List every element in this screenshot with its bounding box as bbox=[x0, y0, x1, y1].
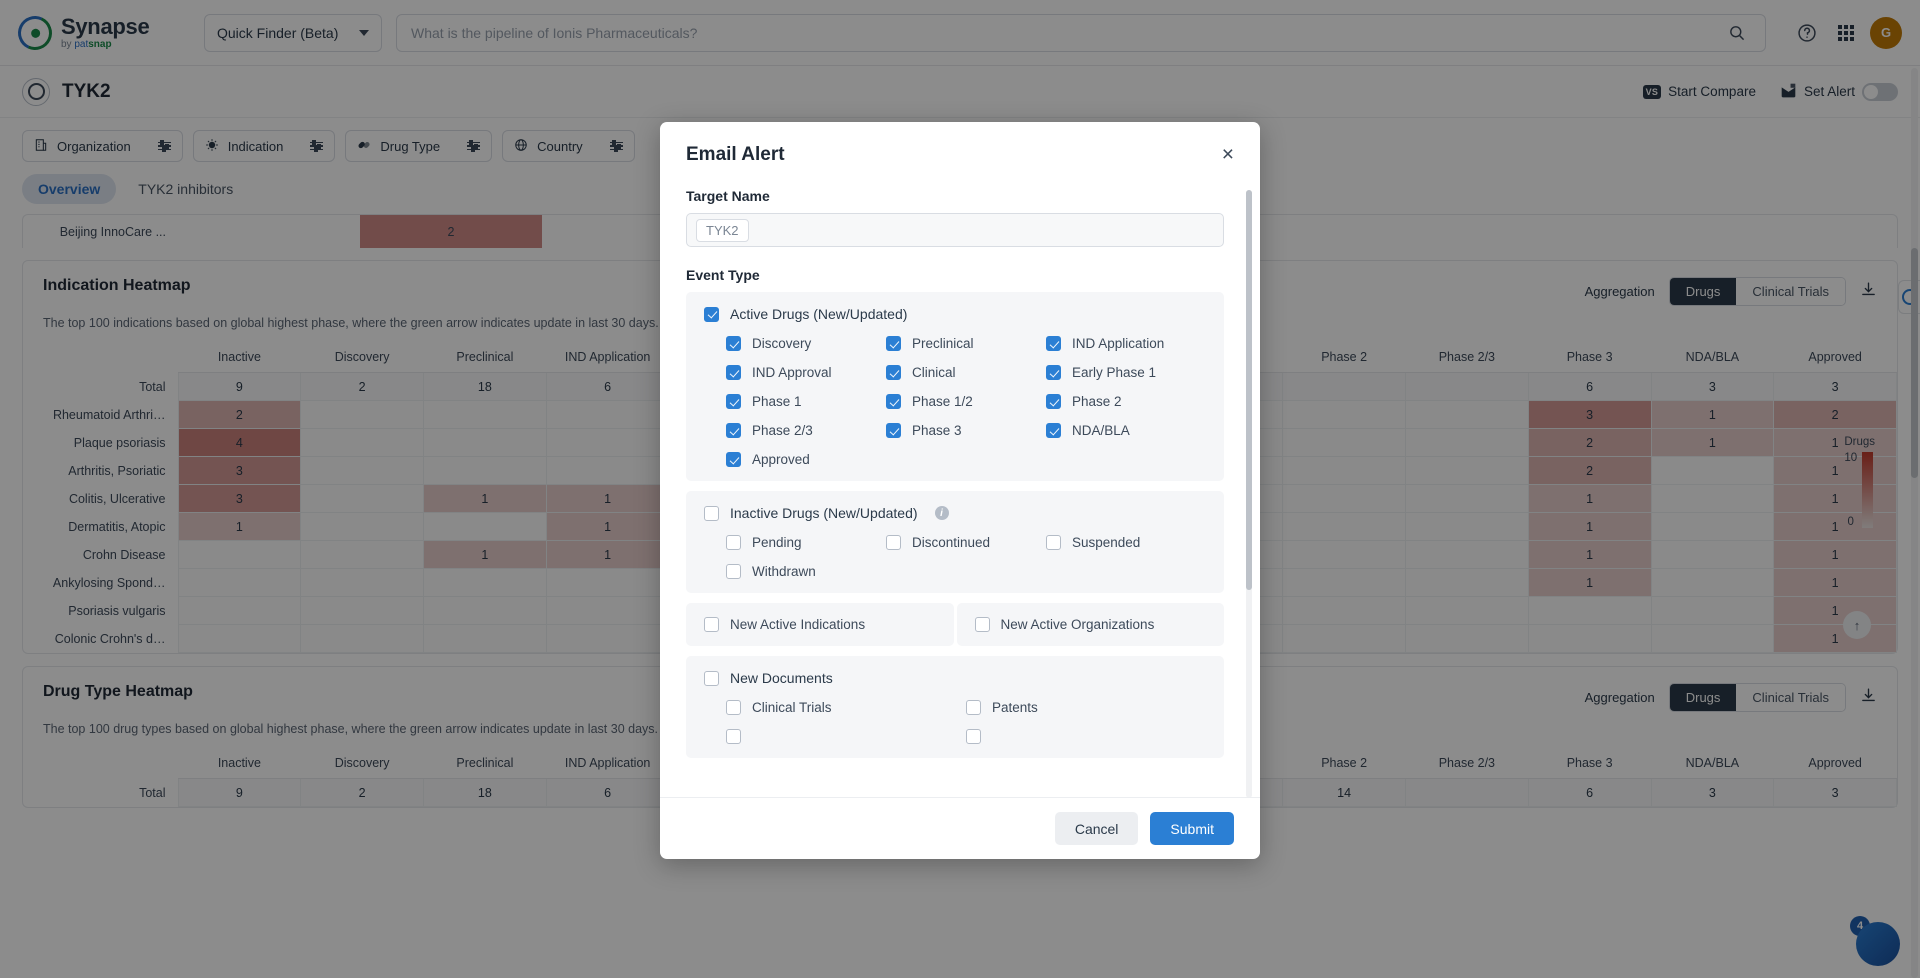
new-documents-options: Clinical Trials Patents bbox=[726, 700, 1206, 744]
group-inactive-drugs: Inactive Drugs (New/Updated) i Pending D… bbox=[686, 491, 1224, 593]
option-early-phase-1[interactable]: Early Phase 1 bbox=[1046, 365, 1206, 380]
option-label: IND Approval bbox=[752, 365, 832, 380]
option-phase-2[interactable]: Phase 2 bbox=[1046, 394, 1206, 409]
option-clinical-trials[interactable]: Clinical Trials bbox=[726, 700, 966, 715]
checkbox-pending[interactable] bbox=[726, 535, 741, 550]
option-label: Clinical bbox=[912, 365, 956, 380]
checkbox-new-active-organizations[interactable] bbox=[974, 617, 990, 632]
checkbox-phase-2-3[interactable] bbox=[726, 423, 741, 438]
group-active-drugs-header[interactable]: Active Drugs (New/Updated) bbox=[704, 306, 1206, 322]
checkbox-ind-approval[interactable] bbox=[726, 365, 741, 380]
option-withdrawn[interactable]: Withdrawn bbox=[726, 564, 886, 579]
checkbox-phase-1[interactable] bbox=[726, 394, 741, 409]
option-discovery[interactable]: Discovery bbox=[726, 336, 886, 351]
checkbox-phase-1-2[interactable] bbox=[886, 394, 901, 409]
option-nda-bla[interactable]: NDA/BLA bbox=[1046, 423, 1206, 438]
checkbox-inactive-drugs[interactable] bbox=[704, 505, 719, 521]
option-label: Withdrawn bbox=[752, 564, 816, 579]
group-label: Inactive Drugs (New/Updated) bbox=[730, 505, 918, 521]
option-label: Suspended bbox=[1072, 535, 1141, 550]
event-type-label: Event Type bbox=[686, 267, 760, 283]
option-label: Phase 2/3 bbox=[752, 423, 813, 438]
target-name-label: Target Name bbox=[686, 188, 770, 204]
checkbox-patents[interactable] bbox=[966, 700, 981, 715]
option-phase-1[interactable]: Phase 1 bbox=[726, 394, 886, 409]
option-ind-application[interactable]: IND Application bbox=[1046, 336, 1206, 351]
email-alert-modal: Email Alert × Target Name TYK2 Event Typ… bbox=[660, 122, 1260, 859]
group-label: New Documents bbox=[730, 670, 833, 686]
info-icon[interactable]: i bbox=[934, 506, 949, 520]
option-label: Preclinical bbox=[912, 336, 974, 351]
checkbox-active-drugs[interactable] bbox=[704, 306, 719, 322]
checkbox-discontinued[interactable] bbox=[886, 535, 901, 550]
submit-button[interactable]: Submit bbox=[1150, 812, 1234, 845]
group-inactive-drugs-header[interactable]: Inactive Drugs (New/Updated) i bbox=[704, 505, 1206, 521]
checkbox-preclinical[interactable] bbox=[886, 336, 901, 351]
inactive-drugs-options: Pending Discontinued Suspended Withdrawn bbox=[726, 535, 1206, 579]
option-label: Approved bbox=[752, 452, 810, 467]
close-icon[interactable]: × bbox=[1222, 144, 1234, 165]
option-label: Discovery bbox=[752, 336, 812, 351]
modal-title: Email Alert bbox=[686, 144, 785, 165]
cancel-button[interactable]: Cancel bbox=[1054, 812, 1139, 845]
option-label: Phase 2 bbox=[1072, 394, 1122, 409]
option-label: NDA/BLA bbox=[1072, 423, 1130, 438]
active-drugs-options: Discovery Preclinical IND Application IN… bbox=[726, 336, 1206, 467]
option-label: Phase 1/2 bbox=[912, 394, 973, 409]
checkbox-nda-bla[interactable] bbox=[1046, 423, 1061, 438]
checkbox-early-phase-1[interactable] bbox=[1046, 365, 1061, 380]
option-preclinical[interactable]: Preclinical bbox=[886, 336, 1046, 351]
checkbox-new-active-indications[interactable] bbox=[704, 617, 719, 632]
option-label: Discontinued bbox=[912, 535, 991, 550]
checkbox-phase-3[interactable] bbox=[886, 423, 901, 438]
option-label: Pending bbox=[752, 535, 802, 550]
option-extra-a[interactable] bbox=[726, 729, 966, 744]
checkbox-extra-a[interactable] bbox=[726, 729, 741, 744]
checkbox-discovery[interactable] bbox=[726, 336, 741, 351]
target-name-input[interactable]: TYK2 bbox=[686, 213, 1224, 247]
option-label: New Active Organizations bbox=[1000, 617, 1155, 632]
option-label: Patents bbox=[992, 700, 1038, 715]
option-pending[interactable]: Pending bbox=[726, 535, 886, 550]
checkbox-clinical[interactable] bbox=[886, 365, 901, 380]
option-clinical[interactable]: Clinical bbox=[886, 365, 1046, 380]
checkbox-extra-b[interactable] bbox=[966, 729, 981, 744]
checkbox-withdrawn[interactable] bbox=[726, 564, 741, 579]
option-label: Clinical Trials bbox=[752, 700, 832, 715]
modal-scrollbar[interactable] bbox=[1246, 190, 1252, 797]
option-new-active-indications[interactable]: New Active Indications bbox=[704, 617, 936, 632]
option-phase-2-3[interactable]: Phase 2/3 bbox=[726, 423, 886, 438]
option-phase-3[interactable]: Phase 3 bbox=[886, 423, 1046, 438]
group-new-documents: New Documents Clinical Trials Patents bbox=[686, 656, 1224, 758]
group-active-drugs: Active Drugs (New/Updated) Discovery Pre… bbox=[686, 292, 1224, 481]
option-new-active-organizations[interactable]: New Active Organizations bbox=[974, 617, 1207, 632]
group-label: Active Drugs (New/Updated) bbox=[730, 306, 908, 322]
option-ind-approval[interactable]: IND Approval bbox=[726, 365, 886, 380]
option-label: New Active Indications bbox=[730, 617, 866, 632]
checkbox-phase-2[interactable] bbox=[1046, 394, 1061, 409]
checkbox-approved[interactable] bbox=[726, 452, 741, 467]
checkbox-suspended[interactable] bbox=[1046, 535, 1061, 550]
option-patents[interactable]: Patents bbox=[966, 700, 1206, 715]
checkbox-new-documents[interactable] bbox=[704, 670, 719, 686]
option-discontinued[interactable]: Discontinued bbox=[886, 535, 1046, 550]
option-suspended[interactable]: Suspended bbox=[1046, 535, 1206, 550]
group-new-active: New Active Indications New Active Organi… bbox=[686, 603, 1224, 646]
group-new-documents-header[interactable]: New Documents bbox=[704, 670, 1206, 686]
option-extra-b[interactable] bbox=[966, 729, 1206, 744]
option-label: Phase 3 bbox=[912, 423, 962, 438]
screen-root: Synapse by patsnap Quick Finder (Beta) W… bbox=[0, 0, 1920, 978]
option-label: IND Application bbox=[1072, 336, 1165, 351]
option-label: Phase 1 bbox=[752, 394, 802, 409]
option-phase-1-2[interactable]: Phase 1/2 bbox=[886, 394, 1046, 409]
checkbox-ind-application[interactable] bbox=[1046, 336, 1061, 351]
option-approved[interactable]: Approved bbox=[726, 452, 886, 467]
checkbox-clinical-trials[interactable] bbox=[726, 700, 741, 715]
option-label: Early Phase 1 bbox=[1072, 365, 1157, 380]
target-name-tag: TYK2 bbox=[696, 218, 749, 242]
